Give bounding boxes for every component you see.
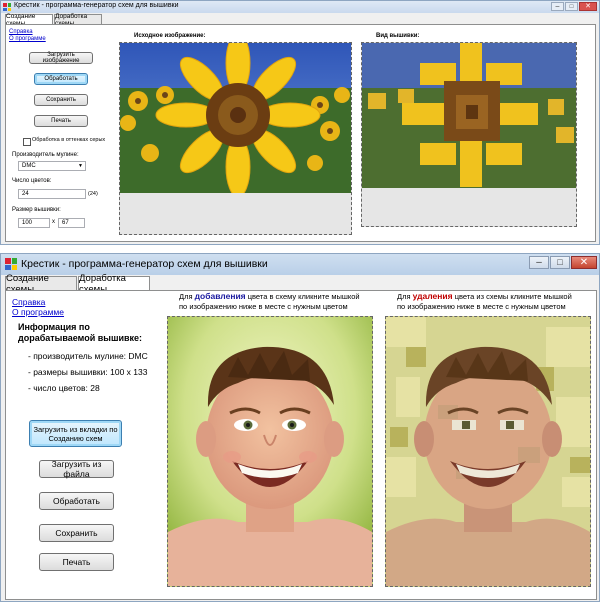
process-button[interactable]: Обработать (34, 73, 88, 85)
tab-strip: Создание схемы Доработка схемы (5, 13, 103, 27)
boy-photo (168, 317, 372, 586)
title-bar: Крестик - программа-генератор схем для в… (1, 1, 599, 13)
tab-create-scheme[interactable]: Создание схемы (5, 273, 77, 295)
help-link[interactable]: Справка (9, 29, 33, 35)
size-label: Размер вышивки: (12, 207, 61, 213)
info-colors: - число цветов: 28 (28, 383, 100, 393)
about-link[interactable]: О программе (12, 307, 64, 317)
cross-stitch-grid-icon (3, 3, 11, 11)
size-height-input[interactable]: 67 (58, 218, 85, 228)
tab-refine-scheme[interactable]: Доработка схемы (54, 13, 102, 27)
add-hint-word: добавления (194, 291, 246, 301)
remove-hint-post: цвета из схемы кликните мышкой (454, 292, 572, 301)
minimize-icon[interactable]: – (529, 256, 549, 269)
tab-strip: Создание схемы Доработка схемы (5, 273, 151, 295)
tab-panel: Справка О программе Информация по дораба… (5, 290, 597, 600)
window-title: Крестик - программа-генератор схем для в… (21, 258, 268, 270)
manufacturer-value: DMC (22, 163, 36, 169)
remove-hint-pre: Для (397, 292, 411, 301)
add-hint-post: цвета в схему кликните мышкой (247, 292, 360, 301)
save-button[interactable]: Сохранить (34, 94, 88, 106)
cross-stitch-preview (362, 43, 576, 226)
about-link[interactable]: О программе (9, 36, 46, 42)
info-manufacturer: - производитель мулине: DMC (28, 351, 148, 361)
minimize-icon[interactable]: – (551, 2, 564, 11)
load-image-button[interactable]: Загрузить изображение (29, 52, 93, 64)
chevron-down-icon: ▼ (78, 163, 83, 169)
add-hint-pre: Для (179, 292, 193, 301)
bottom-window: Крестик - программа-генератор схем для в… (0, 253, 600, 602)
help-link[interactable]: Справка (12, 297, 45, 307)
tab-create-scheme[interactable]: Создание схемы (5, 13, 53, 27)
print-button[interactable]: Печать (34, 115, 88, 127)
source-image-caption: Исходное изображение: (134, 33, 206, 39)
manufacturer-select[interactable]: DMC ▼ (18, 161, 86, 171)
result-image-caption: Вид вышивки: (376, 33, 420, 39)
info-size: - размеры вышивки: 100 x 133 (28, 367, 148, 377)
load-from-file-button[interactable]: Загрузить из файла (39, 459, 114, 479)
close-icon[interactable]: ✕ (579, 2, 597, 11)
add-color-hint-line2: по изображению ниже в месте с нужным цве… (179, 302, 348, 311)
source-image-area[interactable] (167, 316, 373, 587)
result-image-area[interactable] (385, 316, 591, 587)
size-separator: x (52, 219, 55, 225)
cross-stitch-grid-icon (5, 258, 17, 270)
maximize-icon[interactable]: □ (550, 256, 570, 269)
tab-refine-scheme[interactable]: Доработка схемы (78, 273, 150, 295)
source-image-area (119, 42, 352, 235)
tab-panel: Справка О программе Загрузить изображени… (5, 24, 596, 242)
top-window: Крестик - программа-генератор схем для в… (0, 0, 600, 245)
close-icon[interactable]: ✕ (571, 256, 597, 269)
colors-label: Число цветов: (12, 178, 52, 184)
window-title: Крестик - программа-генератор схем для в… (14, 2, 179, 9)
colors-result: (24) (88, 191, 98, 197)
save-button[interactable]: Сохранить (39, 524, 114, 542)
remove-color-hint: Для удаления цвета из схемы кликните мыш… (397, 291, 572, 302)
size-width-input[interactable]: 100 (18, 218, 50, 228)
remove-hint-word: удаления (412, 291, 453, 301)
manufacturer-label: Производитель мулине: (12, 152, 79, 158)
cross-stitch-preview (386, 317, 590, 586)
load-from-tab-button[interactable]: Загрузить из вкладки по Созданию схем (29, 420, 122, 447)
sunflower-photo (120, 43, 351, 234)
print-button[interactable]: Печать (39, 553, 114, 571)
shades-checkbox-label: Обработка в оттенках серых (32, 137, 106, 143)
shades-checkbox[interactable] (23, 138, 31, 146)
maximize-icon[interactable]: □ (565, 2, 578, 11)
result-image-area (361, 42, 577, 227)
add-color-hint: Для добавления цвета в схему кликните мы… (179, 291, 360, 302)
remove-color-hint-line2: по изображению ниже в месте с нужным цве… (397, 302, 566, 311)
colors-input[interactable]: 24 (18, 189, 86, 199)
info-title: Информация по дорабатываемой вышивке: (18, 322, 143, 343)
process-button[interactable]: Обработать (39, 492, 114, 510)
title-bar: Крестик - программа-генератор схем для в… (1, 254, 599, 275)
